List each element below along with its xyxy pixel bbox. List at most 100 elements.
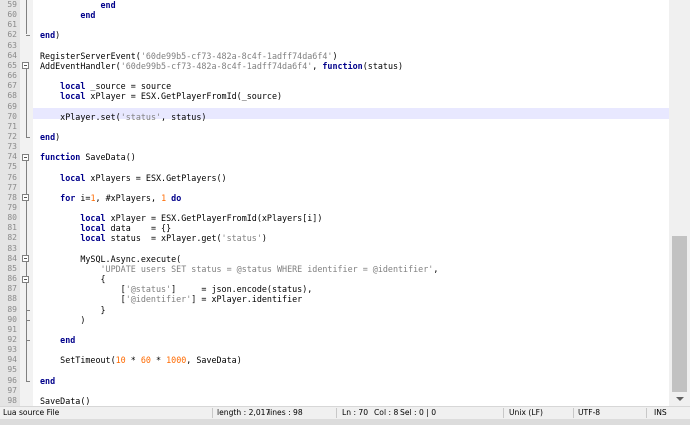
code-line[interactable]: 88 ['@identifier'] = xPlayer.identifier <box>7 294 302 304</box>
code-line[interactable]: 98 SaveData() <box>7 396 90 406</box>
line-number: 70 <box>7 111 17 121</box>
code-line[interactable]: 81 local data = {} <box>7 223 171 233</box>
code-line[interactable]: 75 <box>7 162 34 172</box>
code-line[interactable]: 77 <box>7 183 34 193</box>
code-text: end) <box>40 30 60 40</box>
code-line[interactable]: 78 for i=1, #xPlayers, 1 do <box>7 193 181 203</box>
code-line[interactable]: 61 <box>7 20 34 30</box>
code-line[interactable]: 85 'UPDATE users SET status = @status WH… <box>7 264 438 274</box>
code-text: function SaveData() <box>40 152 136 162</box>
line-number: 68 <box>7 91 17 101</box>
code-line[interactable]: 64 RegisterServerEvent('60de99b5-cf73-482… <box>7 51 337 61</box>
status-divider <box>503 408 504 418</box>
code-line[interactable]: 92 end <box>7 335 75 345</box>
code-token: '@status' <box>125 284 172 295</box>
code-token: { <box>40 274 106 285</box>
code-token: 10 <box>115 355 126 366</box>
scrollbar-thumb[interactable] <box>672 236 687 392</box>
code-token: 'UPDATE users SET status = @status WHERE… <box>100 263 434 274</box>
code-line[interactable]: 72 end) <box>7 132 60 142</box>
line-number: 79 <box>7 203 17 212</box>
code-text: ) <box>40 315 85 325</box>
lines-count-label: lines : 98 <box>268 408 303 417</box>
code-line[interactable]: 87 ['@status'] = json.encode(status), <box>7 284 312 294</box>
code-token: ) <box>332 50 338 61</box>
code-text: for i=1, #xPlayers, 1 do <box>40 193 181 203</box>
code-token: 'status' <box>120 111 162 122</box>
length-label: length : 2,017 <box>217 408 271 417</box>
line-number: 81 <box>7 223 17 233</box>
code-line[interactable]: 93 <box>7 345 34 355</box>
code-line[interactable]: 96 end <box>7 376 55 386</box>
code-line[interactable]: 83 <box>7 244 34 254</box>
code-line[interactable]: 80 local xPlayer = ESX.GetPlayerFromId(x… <box>7 213 322 223</box>
code-line[interactable]: 76 local xPlayers = ESX.GetPlayers() <box>7 173 226 183</box>
code-text: end) <box>40 132 60 142</box>
code-token: AddEventHandler( <box>40 60 121 71</box>
code-line[interactable]: 91 <box>7 325 34 335</box>
code-area[interactable]: 59 end 60 end 61 62 end) 63 64 RegisterServerEv… <box>7 0 669 406</box>
code-line[interactable]: 73 <box>7 142 34 152</box>
line-number: 59 <box>7 0 17 9</box>
code-line[interactable]: 95 <box>7 365 34 375</box>
line-number: 88 <box>7 294 17 304</box>
line-number: 69 <box>7 101 17 111</box>
line-number: 82 <box>7 233 17 243</box>
code-token: ) <box>261 233 267 244</box>
code-line[interactable]: 62 end) <box>7 30 60 40</box>
fold-end-tick <box>26 380 30 382</box>
code-line[interactable]: 70 xPlayer.set('status', status) <box>7 112 206 122</box>
code-line[interactable]: 59 end <box>7 0 115 10</box>
line-number: 92 <box>7 334 17 344</box>
language-label: Lua source File <box>3 408 60 417</box>
code-token: end <box>40 375 56 386</box>
line-number: 63 <box>7 40 17 50</box>
code-token: [ <box>40 284 126 295</box>
fold-end-tick <box>26 136 30 138</box>
code-line[interactable]: 94 SetTimeout(10 * 60 * 1000, SaveData) <box>7 355 241 365</box>
code-line[interactable]: 69 <box>7 102 34 112</box>
code-text: SaveData() <box>40 396 90 406</box>
code-line[interactable]: 90 ) <box>7 315 85 325</box>
encoding-label[interactable]: UTF-8 <box>578 407 600 419</box>
code-line[interactable]: 60 end <box>7 10 95 20</box>
code-line[interactable]: 82 local status = xPlayer.get('status') <box>7 233 267 243</box>
line-number: 95 <box>7 365 17 375</box>
code-token: , <box>433 263 439 274</box>
insert-mode-label[interactable]: INS <box>654 407 667 419</box>
code-line[interactable]: 97 <box>7 386 34 396</box>
code-token: * <box>125 355 141 366</box>
editor-window[interactable]: 59 end 60 end 61 62 end) 63 64 RegisterServerEv… <box>0 0 690 406</box>
code-line[interactable]: 79 <box>7 203 34 213</box>
fold-guide <box>26 68 27 137</box>
code-text: end <box>40 335 75 345</box>
code-token: ] = xPlayer.identifier <box>191 294 303 305</box>
code-text: ['@identifier'] = xPlayer.identifier <box>40 294 303 305</box>
eol-format-label[interactable]: Unix (LF) <box>509 407 543 419</box>
line-number: 67 <box>7 81 17 91</box>
code-text: SetTimeout(10 * 60 * 1000, SaveData) <box>40 355 242 365</box>
code-line[interactable]: 89 } <box>7 305 105 315</box>
scroll-down-arrow-icon[interactable] <box>669 393 690 406</box>
code-line[interactable]: 65 AddEventHandler('60de99b5-cf73-482a-8c… <box>7 61 403 71</box>
line-number: 93 <box>7 345 17 355</box>
code-line[interactable]: 67 local _source = source <box>7 81 171 91</box>
code-line[interactable]: 66 <box>7 71 34 81</box>
line-number: 76 <box>7 172 17 182</box>
code-line[interactable]: 71 <box>7 122 34 132</box>
code-token: SetTimeout( <box>40 355 116 366</box>
code-text: local xPlayer = ESX.GetPlayerFromId(xPla… <box>40 213 322 223</box>
fold-guide <box>26 282 27 310</box>
code-line[interactable]: 63 <box>7 41 34 51</box>
code-line[interactable]: 68 local xPlayer = ESX.GetPlayerFromId(_… <box>7 91 282 101</box>
code-line[interactable]: 84 MySQL.Async.execute( <box>7 254 181 264</box>
code-token: SaveData() <box>40 395 91 406</box>
code-text: RegisterServerEvent('60de99b5-cf73-482a-… <box>40 51 338 61</box>
code-line[interactable]: 86 { <box>7 274 105 284</box>
code-line[interactable]: 74 function SaveData() <box>7 152 135 162</box>
